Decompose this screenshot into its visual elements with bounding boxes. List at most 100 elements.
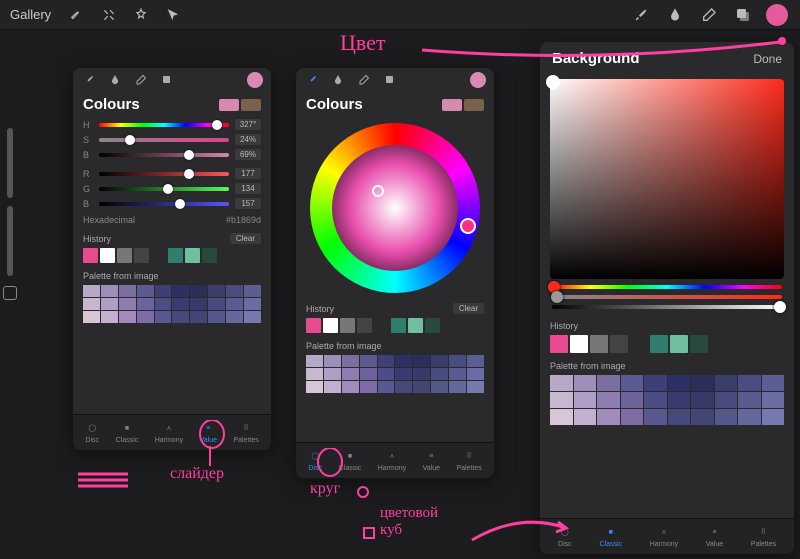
tab-palettes[interactable]: ⠿Palettes xyxy=(233,421,258,444)
palette-swatch[interactable] xyxy=(644,392,667,408)
palette-swatch[interactable] xyxy=(324,368,341,380)
history-swatch[interactable] xyxy=(550,335,568,353)
palette-swatch[interactable] xyxy=(360,381,377,393)
current-color-chip[interactable] xyxy=(247,72,263,88)
history-swatch[interactable] xyxy=(134,248,149,263)
palette-swatch[interactable] xyxy=(101,311,118,323)
history-swatch[interactable] xyxy=(391,318,406,333)
palette-swatch[interactable] xyxy=(172,285,189,297)
tab-palettes[interactable]: ⠿Palettes xyxy=(456,449,481,472)
palette-swatch[interactable] xyxy=(190,285,207,297)
palette-swatch[interactable] xyxy=(413,355,430,367)
palette-swatch[interactable] xyxy=(395,355,412,367)
palette-swatch[interactable] xyxy=(621,392,644,408)
palette-swatch[interactable] xyxy=(691,375,714,391)
swatch-pair[interactable] xyxy=(219,99,261,111)
tab-classic[interactable]: ■Classic xyxy=(116,421,139,444)
red-slider[interactable] xyxy=(99,172,229,176)
palette-grid[interactable] xyxy=(540,373,794,429)
palette-swatch[interactable] xyxy=(668,392,691,408)
palette-grid[interactable] xyxy=(296,353,494,397)
move-icon[interactable] xyxy=(161,3,185,27)
palette-swatch[interactable] xyxy=(467,368,484,380)
adjust-icon[interactable] xyxy=(97,3,121,27)
palette-swatch[interactable] xyxy=(306,355,323,367)
palette-swatch[interactable] xyxy=(574,392,597,408)
history-swatch[interactable] xyxy=(357,318,372,333)
history-swatch[interactable] xyxy=(185,248,200,263)
palette-swatch[interactable] xyxy=(119,285,136,297)
palette-swatch[interactable] xyxy=(342,381,359,393)
layers-icon[interactable] xyxy=(382,72,398,88)
inner-colour-picker[interactable] xyxy=(372,185,384,197)
clear-history-button[interactable]: Clear xyxy=(453,303,484,314)
palette-swatch[interactable] xyxy=(738,375,761,391)
colour-picker-dot[interactable] xyxy=(546,75,560,89)
palette-swatch[interactable] xyxy=(360,368,377,380)
palette-swatch[interactable] xyxy=(762,375,785,391)
palette-swatch[interactable] xyxy=(597,409,620,425)
history-swatch[interactable] xyxy=(590,335,608,353)
palette-swatch[interactable] xyxy=(360,355,377,367)
history-swatch[interactable] xyxy=(117,248,132,263)
palette-swatch[interactable] xyxy=(715,392,738,408)
tab-harmony[interactable]: ⋏Harmony xyxy=(650,525,678,548)
palette-swatch[interactable] xyxy=(101,298,118,310)
tab-harmony[interactable]: ⋏Harmony xyxy=(378,449,406,472)
palette-swatch[interactable] xyxy=(449,381,466,393)
smudge-icon[interactable] xyxy=(662,2,688,28)
gallery-button[interactable]: Gallery xyxy=(10,7,51,22)
palette-swatch[interactable] xyxy=(226,298,243,310)
history-swatch[interactable] xyxy=(690,335,708,353)
palette-grid[interactable] xyxy=(73,283,271,327)
palette-swatch[interactable] xyxy=(449,355,466,367)
palette-swatch[interactable] xyxy=(208,285,225,297)
palette-swatch[interactable] xyxy=(431,381,448,393)
palette-swatch[interactable] xyxy=(413,368,430,380)
palette-swatch[interactable] xyxy=(597,375,620,391)
brightness-slider[interactable] xyxy=(99,153,229,157)
tab-value[interactable]: ≡Value xyxy=(423,449,440,472)
palette-swatch[interactable] xyxy=(155,285,172,297)
history-swatch[interactable] xyxy=(306,318,321,333)
palette-swatch[interactable] xyxy=(762,392,785,408)
palette-swatch[interactable] xyxy=(226,285,243,297)
hue-ring-picker[interactable] xyxy=(460,218,476,234)
history-swatches[interactable] xyxy=(296,316,494,337)
palette-swatch[interactable] xyxy=(378,381,395,393)
palette-swatch[interactable] xyxy=(190,311,207,323)
palette-swatch[interactable] xyxy=(738,409,761,425)
palette-swatch[interactable] xyxy=(208,298,225,310)
palette-swatch[interactable] xyxy=(691,392,714,408)
palette-swatch[interactable] xyxy=(137,285,154,297)
tab-disc[interactable]: ◯Disc xyxy=(85,421,99,444)
palette-swatch[interactable] xyxy=(691,409,714,425)
palette-swatch[interactable] xyxy=(550,375,573,391)
palette-swatch[interactable] xyxy=(621,409,644,425)
palette-swatch[interactable] xyxy=(208,311,225,323)
history-swatch[interactable] xyxy=(408,318,423,333)
brush-size-slider[interactable] xyxy=(7,128,13,198)
history-swatch[interactable] xyxy=(100,248,115,263)
palette-swatch[interactable] xyxy=(244,298,261,310)
current-color-chip[interactable] xyxy=(470,72,486,88)
palette-swatch[interactable] xyxy=(431,368,448,380)
done-button[interactable]: Done xyxy=(753,52,782,66)
history-swatch[interactable] xyxy=(151,248,166,263)
tab-disc[interactable]: ◯Disc xyxy=(558,525,572,548)
palette-swatch[interactable] xyxy=(715,409,738,425)
palette-swatch[interactable] xyxy=(574,409,597,425)
palette-swatch[interactable] xyxy=(83,311,100,323)
palette-swatch[interactable] xyxy=(155,311,172,323)
brush-icon[interactable] xyxy=(304,72,320,88)
hue-slider[interactable] xyxy=(99,123,229,127)
palette-swatch[interactable] xyxy=(431,355,448,367)
hue-slider[interactable] xyxy=(552,285,782,289)
smudge-icon[interactable] xyxy=(107,72,123,88)
brush-opacity-slider[interactable] xyxy=(7,206,13,276)
brush-icon[interactable] xyxy=(628,2,654,28)
history-swatch[interactable] xyxy=(83,248,98,263)
history-swatch[interactable] xyxy=(650,335,668,353)
palette-swatch[interactable] xyxy=(172,311,189,323)
palette-swatch[interactable] xyxy=(226,311,243,323)
